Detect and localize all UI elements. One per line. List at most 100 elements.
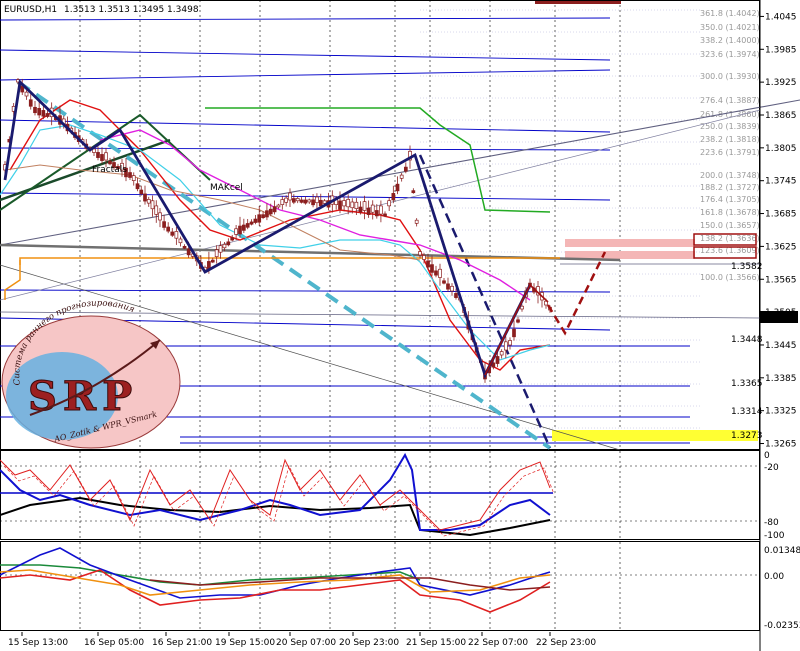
candle-body	[143, 193, 147, 202]
candle-body	[108, 160, 112, 165]
price-tick-label: 1.3745	[765, 177, 797, 187]
candle-body	[354, 201, 359, 209]
candle-body	[24, 91, 29, 97]
price-tick-label: 1.3805	[765, 144, 797, 154]
candle-body	[174, 231, 179, 239]
candle-body	[374, 210, 379, 217]
candle-body	[422, 255, 426, 260]
sub2-lower: -0.02353	[764, 621, 800, 631]
candle-body	[131, 175, 136, 181]
candle-body	[253, 218, 258, 223]
candle-body	[318, 199, 323, 207]
candle-body	[414, 219, 419, 224]
time-tick-label: 20 Sep 23:00	[339, 638, 399, 648]
fib-label: 223.6 (1.3791)	[700, 148, 760, 157]
candle-body	[154, 205, 159, 215]
candle-body	[210, 259, 215, 263]
candle-body	[218, 245, 223, 253]
candle-body	[503, 341, 508, 351]
candle-body	[387, 200, 392, 207]
candle-body	[442, 280, 446, 284]
candle-body	[28, 99, 33, 107]
candle-body	[391, 193, 396, 201]
candle-body	[350, 201, 355, 209]
candle-body	[338, 200, 342, 210]
fib-label: 150.0 (1.3657)	[700, 221, 760, 230]
candle-body	[261, 214, 265, 218]
candle-body	[284, 197, 289, 203]
candle-body	[322, 200, 327, 204]
price-tick-label: 1.3685	[765, 210, 797, 220]
fib-label: 276.4 (1.3887)	[700, 96, 760, 105]
candle-body	[214, 249, 219, 258]
candle-body	[495, 356, 500, 364]
candle-body	[315, 196, 319, 204]
price-tick-label: 1.3925	[765, 78, 797, 88]
time-tick-label: 22 Sep 23:00	[536, 638, 596, 648]
fib-label: 176.4 (1.3705)	[700, 195, 760, 204]
candle-body	[104, 152, 108, 161]
candle-body	[379, 205, 383, 215]
candle-body	[139, 189, 144, 195]
time-tick-label: 15 Sep 13:00	[8, 638, 68, 648]
fib-label: 138.2 (1.3636)	[700, 234, 760, 243]
candle-body	[230, 237, 235, 241]
candle-body	[299, 199, 304, 203]
fib-label: 161.8 (1.3678)	[700, 208, 760, 217]
candle-body	[265, 210, 269, 218]
fib-label: 338.2 (1.4000)	[700, 36, 760, 45]
candle-body	[295, 198, 300, 202]
level-label: 1.3582	[731, 262, 763, 272]
candle-body	[426, 260, 430, 268]
candle-body	[245, 223, 250, 228]
symbol-timeframe: EURUSD,H1	[4, 5, 57, 15]
candle-body	[291, 198, 296, 203]
candle-body	[454, 293, 458, 298]
candle-body	[276, 204, 281, 208]
time-tick-label: 16 Sep 05:00	[84, 638, 144, 648]
candle-body	[438, 268, 442, 278]
level-label: 1.3314	[731, 407, 763, 417]
candle-body	[158, 212, 162, 221]
candle-body	[234, 228, 238, 235]
candle-body	[272, 206, 277, 213]
time-tick-label: 16 Sep 21:00	[152, 638, 212, 648]
candle-body	[100, 154, 104, 161]
candle-body	[370, 204, 375, 213]
candle-body	[450, 285, 454, 292]
candle-body	[280, 199, 285, 205]
candle-body	[411, 190, 416, 194]
fib-label: 361.8 (1.4042)	[700, 9, 760, 18]
fib-label: 323.6 (1.3974)	[700, 50, 760, 59]
fib-label: 300.0 (1.3930)	[700, 72, 760, 81]
price-tick-label: 1.3325	[765, 407, 797, 417]
top-dark-bar	[535, 1, 621, 4]
candle-body	[434, 270, 438, 276]
candle-body	[222, 243, 227, 249]
candle-body	[395, 183, 400, 192]
yellow-level-band	[552, 430, 758, 441]
candle-body	[499, 351, 504, 356]
candle-body	[418, 251, 422, 256]
level-label: 1.3365	[731, 379, 763, 389]
price-tick-label: 1.3265	[765, 440, 797, 450]
candle-body	[33, 106, 37, 114]
sub1-bottom-level: -100	[764, 531, 785, 541]
sub1-upper-level: -20	[764, 463, 779, 473]
fractal-label-1: Fractals	[92, 165, 127, 175]
candle-body	[307, 199, 312, 203]
candle-body	[399, 174, 404, 179]
candle-body	[311, 199, 315, 206]
candle-body	[96, 152, 100, 158]
candle-body	[303, 199, 308, 204]
candle-body	[128, 172, 132, 178]
candle-body	[346, 198, 351, 208]
price-tick-label: 1.3445	[765, 341, 797, 351]
candle-body	[249, 221, 254, 225]
logo-srp-text: SRP	[28, 373, 138, 420]
candle-body	[508, 340, 512, 346]
fib-label: 100.0 (1.3566)	[700, 273, 760, 282]
candle-body	[268, 208, 273, 215]
sub2-zero: 0.00	[764, 572, 784, 582]
price-tick-label: 1.3865	[765, 111, 797, 121]
